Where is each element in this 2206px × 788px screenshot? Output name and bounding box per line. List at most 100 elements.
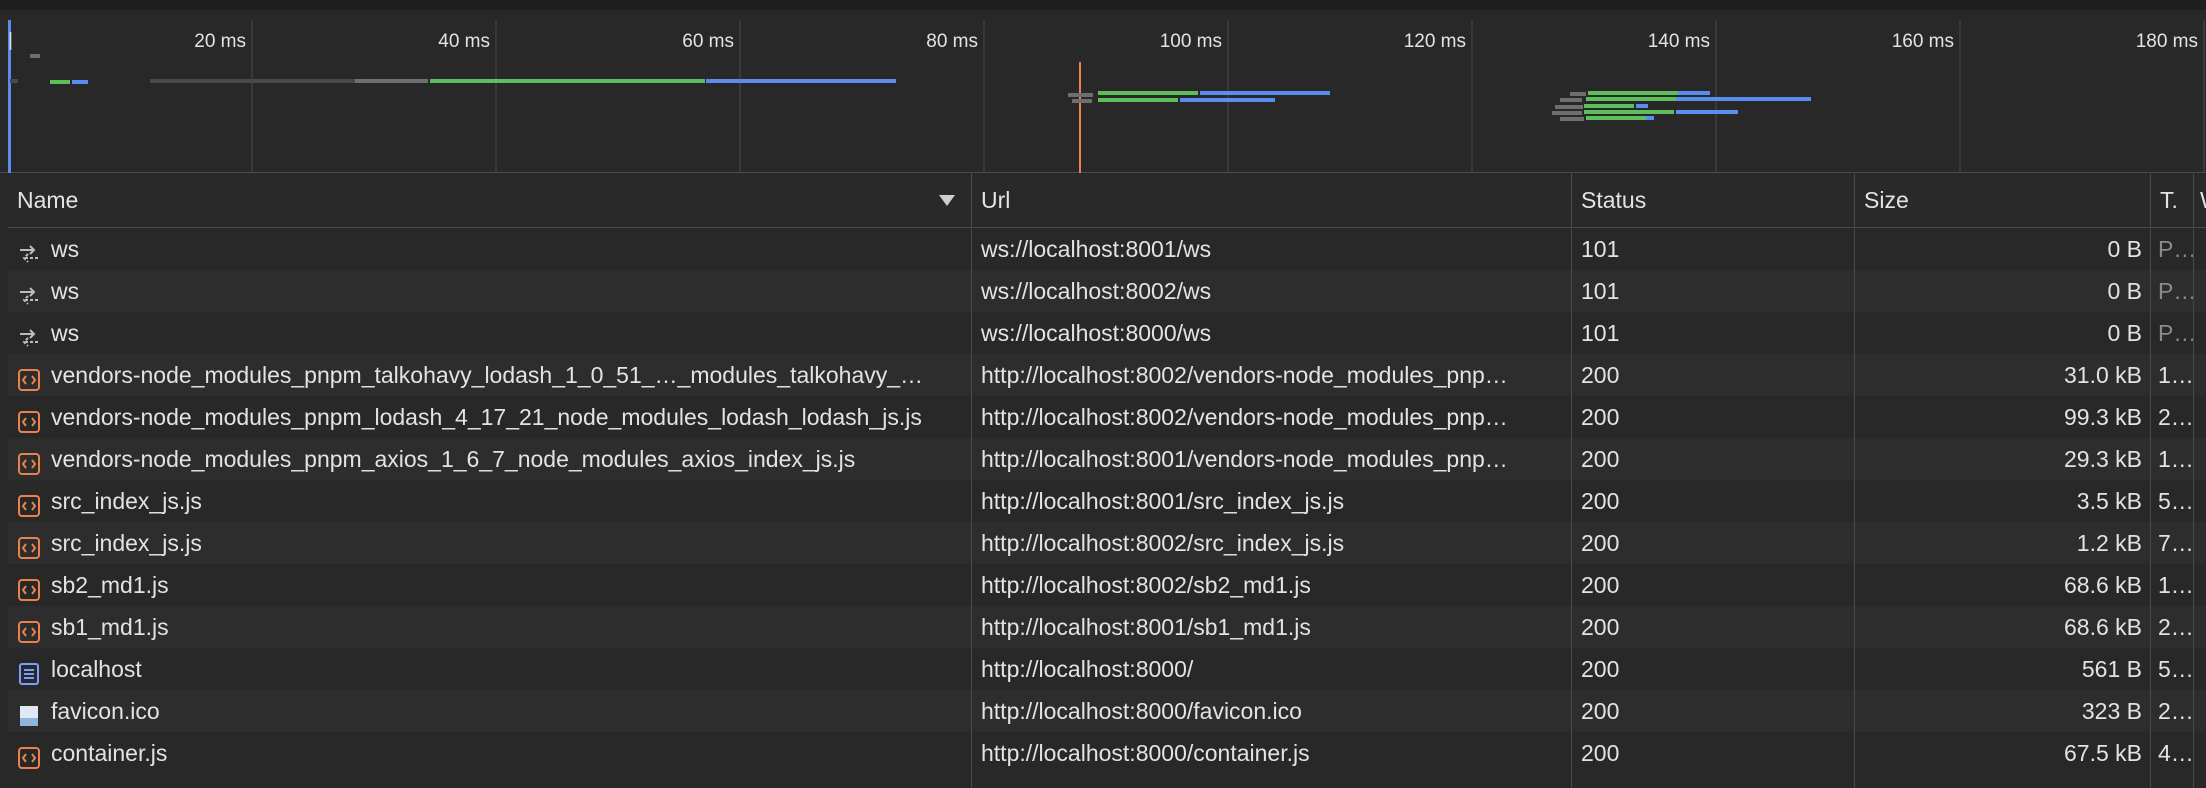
name-cell[interactable]: localhost [8,648,972,690]
time-cell[interactable]: 2… [2151,396,2194,438]
column-divider[interactable] [1854,173,1855,788]
time-cell[interactable]: 2… [2151,690,2194,732]
url-cell[interactable]: http://localhost:8000/container.js [972,732,1572,774]
sort-descending-icon[interactable] [939,195,955,206]
column-header-name[interactable]: Name [8,173,972,227]
status-cell[interactable]: 101 [1572,270,1855,312]
table-row[interactable]: sb2_md1.js http://localhost:8002/sb2_md1.… [8,564,2206,606]
column-header-type[interactable]: T. [2151,173,2194,227]
table-row[interactable]: favicon.ico http://localhost:8000/favicon… [8,690,2206,732]
table-row[interactable]: src_index_js.js http://localhost:8001/src… [8,480,2206,522]
url-cell[interactable]: http://localhost:8001/sb1_md1.js [972,606,1572,648]
time-cell[interactable]: 1… [2151,354,2194,396]
url-cell[interactable]: ws://localhost:8002/ws [972,270,1572,312]
column-header-size[interactable]: Size [1855,173,2151,227]
url-cell[interactable]: http://localhost:8002/vendors-node_modul… [972,354,1572,396]
table-row[interactable]: localhost http://localhost:8000/200 561 B 5… [8,648,2206,690]
status-cell[interactable]: 101 [1572,228,1855,270]
status-cell[interactable]: 200 [1572,732,1855,774]
status-cell[interactable]: 200 [1572,564,1855,606]
time-cell[interactable]: 1… [2151,438,2194,480]
url-cell[interactable]: ws://localhost:8000/ws [972,312,1572,354]
size-cell[interactable]: 29.3 kB [1855,438,2151,480]
table-row[interactable]: ws ws://localhost:8002/ws 101 0 B P… [8,270,2206,312]
name-cell[interactable]: ws [8,270,972,312]
column-header-name-label: Name [17,187,79,213]
timeline-request-bar [1552,111,1582,115]
name-cell[interactable]: sb2_md1.js [8,564,972,606]
time-cell[interactable]: 1… [2151,564,2194,606]
timeline-request-bar [1676,97,1811,101]
url-cell[interactable]: ws://localhost:8001/ws [972,228,1572,270]
status-cell[interactable]: 200 [1572,522,1855,564]
name-cell[interactable]: vendors-node_modules_pnpm_talkohavy_loda… [8,354,972,396]
table-row[interactable]: vendors-node_modules_pnpm_axios_1_6_7_no… [8,438,2206,480]
column-divider[interactable] [1571,173,1572,788]
time-cell[interactable]: 7… [2151,522,2194,564]
column-header-url[interactable]: Url [972,173,1572,227]
url-cell[interactable]: http://localhost:8000/ [972,648,1572,690]
name-cell[interactable]: ws [8,312,972,354]
table-row[interactable]: src_index_js.js http://localhost:8002/src… [8,522,2206,564]
size-cell[interactable]: 561 B [1855,648,2151,690]
size-cell[interactable]: 31.0 kB [1855,354,2151,396]
size-cell[interactable]: 99.3 kB [1855,396,2151,438]
table-row[interactable]: ws ws://localhost:8000/ws 101 0 B P… [8,312,2206,354]
name-cell[interactable]: sb1_md1.js [8,606,972,648]
timeline-chart[interactable]: | 20 ms 40 ms 60 ms 80 ms 100 ms 120 ms 140 ms 1… [0,10,2206,183]
timeline-tick-label: 100 ms [1160,31,1222,52]
url-cell[interactable]: http://localhost:8002/sb2_md1.js [972,564,1572,606]
status-cell[interactable]: 200 [1572,354,1855,396]
size-cell[interactable]: 67.5 kB [1855,732,2151,774]
time-cell[interactable]: 5… [2151,648,2194,690]
name-cell[interactable]: ws [8,228,972,270]
request-time: P… [2158,278,2194,304]
time-cell[interactable]: P… [2151,228,2194,270]
column-header-status[interactable]: Status [1572,173,1855,227]
time-cell[interactable]: 4… [2151,732,2194,774]
time-cell[interactable]: 2… [2151,606,2194,648]
url-cell[interactable]: http://localhost:8002/src_index_js.js [972,522,1572,564]
table-row[interactable]: container.js http://localhost:8000/contai… [8,732,2206,774]
name-cell[interactable]: favicon.ico [8,690,972,732]
network-overview-timeline[interactable]: | 20 ms 40 ms 60 ms 80 ms 100 ms 120 ms 140 ms 1… [0,0,2206,183]
table-row[interactable]: ws ws://localhost:8001/ws 101 0 B P… [8,228,2206,270]
size-cell[interactable]: 68.6 kB [1855,564,2151,606]
size-cell[interactable]: 0 B [1855,270,2151,312]
name-cell[interactable]: vendors-node_modules_pnpm_axios_1_6_7_no… [8,438,972,480]
time-cell[interactable]: 5… [2151,480,2194,522]
status-cell[interactable]: 200 [1572,438,1855,480]
url-cell[interactable]: http://localhost:8000/favicon.ico [972,690,1572,732]
url-cell[interactable]: http://localhost:8002/vendors-node_modul… [972,396,1572,438]
timeline-request-bar [1560,98,1582,102]
status-cell[interactable]: 200 [1572,690,1855,732]
status-cell[interactable]: 200 [1572,648,1855,690]
size-cell[interactable]: 0 B [1855,228,2151,270]
table-row[interactable]: vendors-node_modules_pnpm_talkohavy_loda… [8,354,2206,396]
table-row[interactable]: sb1_md1.js http://localhost:8001/sb1_md1.… [8,606,2206,648]
name-cell[interactable]: src_index_js.js [8,480,972,522]
url-cell[interactable]: http://localhost:8001/src_index_js.js [972,480,1572,522]
column-header-type-label: T. [2160,187,2178,213]
name-cell[interactable]: src_index_js.js [8,522,972,564]
status-cell[interactable]: 101 [1572,312,1855,354]
size-cell[interactable]: 68.6 kB [1855,606,2151,648]
status-cell[interactable]: 200 [1572,396,1855,438]
column-divider[interactable] [971,173,972,788]
size-cell[interactable]: 323 B [1855,690,2151,732]
size-cell[interactable]: 1.2 kB [1855,522,2151,564]
status-cell[interactable]: 200 [1572,480,1855,522]
table-row[interactable]: vendors-node_modules_pnpm_lodash_4_17_21… [8,396,2206,438]
time-cell[interactable]: P… [2151,312,2194,354]
column-divider[interactable] [2150,173,2151,788]
name-cell[interactable]: vendors-node_modules_pnpm_lodash_4_17_21… [8,396,972,438]
column-divider[interactable] [2193,173,2194,788]
size-cell[interactable]: 3.5 kB [1855,480,2151,522]
status-cell[interactable]: 200 [1572,606,1855,648]
url-cell[interactable]: http://localhost:8001/vendors-node_modul… [972,438,1572,480]
column-header-waterfall[interactable]: W [2194,173,2206,227]
size-cell[interactable]: 0 B [1855,312,2151,354]
time-cell[interactable]: P… [2151,270,2194,312]
name-cell[interactable]: container.js [8,732,972,774]
timeline-request-bar [30,54,40,58]
